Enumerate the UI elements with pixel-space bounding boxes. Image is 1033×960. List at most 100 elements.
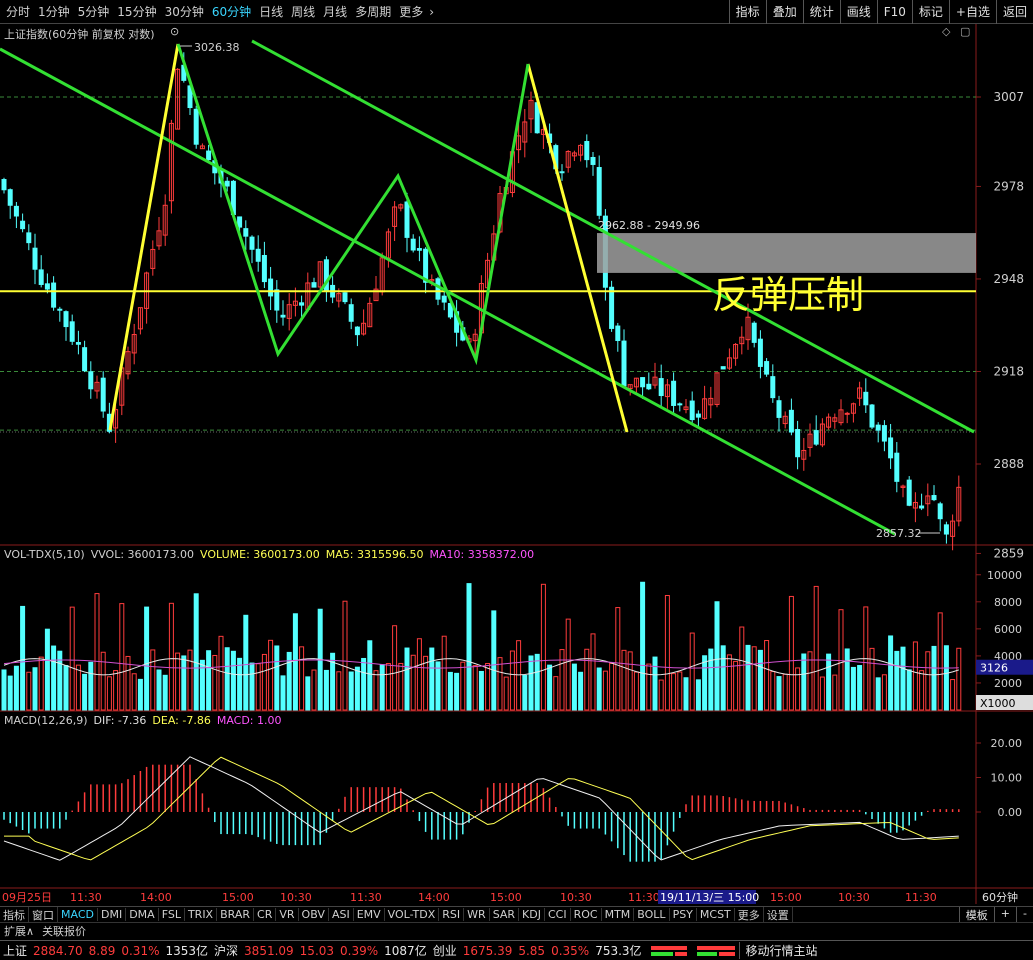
candle-body [69,321,75,342]
kline-chart[interactable]: 3007 2978 2948 2918 2888 2859 2962.88 - 2949.9… [0,24,1033,904]
toolbar-button-2[interactable]: 统计 [802,0,840,24]
toolbar-button-0[interactable]: 指标 [728,0,766,24]
indicator-tab-3[interactable]: DMI [98,908,127,921]
volume-bar [187,649,193,711]
volume-bar [100,651,106,711]
period-tab-7[interactable]: 周线 [287,3,319,20]
period-tab-3[interactable]: 15分钟 [113,3,160,20]
cy-name[interactable]: 创业 [430,942,460,959]
candle-body [671,380,677,406]
indicator-tab-6[interactable]: TRIX [185,908,218,921]
indicator-tab-12[interactable]: EMV [354,908,385,921]
toolbar-button-6[interactable]: +自选 [948,0,996,24]
indicator-tab-7[interactable]: BRAR [217,908,255,921]
volume-bar [342,600,348,711]
sh-name[interactable]: 上证 [0,942,30,959]
volume-bar [838,609,844,711]
period-tab-5[interactable]: 60分钟 [208,3,255,20]
indicator-tab-15[interactable]: WR [464,908,490,921]
candle-body [57,308,63,311]
related-quotes-button[interactable]: 关联报价 [38,923,90,939]
volume-bar [912,641,918,711]
candle-body [943,524,949,535]
hs-name[interactable]: 沪深 [211,942,241,959]
indicator-tab-4[interactable]: DMA [126,908,159,921]
chevron-right-icon[interactable]: › [427,5,434,19]
indicator-tab-0[interactable]: 指标 [0,906,29,923]
station-name[interactable]: 移动行情主站 [738,942,821,959]
indicator-tab-2[interactable]: MACD [58,908,98,921]
volume-bar [206,650,212,711]
volume-bar [956,647,962,711]
period-tab-0[interactable]: 分时 [2,3,34,20]
volume-bar [782,673,788,711]
volume-bar [491,610,497,711]
indicator-tab-8[interactable]: CR [254,908,277,921]
volume-bar [7,675,13,711]
indicator-tab-19[interactable]: ROC [571,908,602,921]
period-tab-2[interactable]: 5分钟 [74,3,114,20]
candle-body [621,340,627,387]
time-axis-label: 11:30 [70,891,102,904]
settings-circle-icon[interactable]: ⊙ [170,25,179,38]
vol-y-tick-label: 2000 [994,677,1022,690]
indicator-tab-23[interactable]: MCST [697,908,735,921]
period-toolbar: 分时 1分钟 5分钟 15分钟 30分钟 60分钟 日线 周线 月线 多周期 更多 › 指标 叠加 统计… [0,0,1033,24]
indicator-tab-1[interactable]: 窗口 [29,906,58,923]
indicator-tab-14[interactable]: RSI [439,908,465,921]
chart-area[interactable]: 3007 2978 2948 2918 2888 2859 2962.88 - 2949.9… [0,24,1033,904]
candle-body [193,108,199,145]
candle-body [695,413,701,418]
indicator-tab-18[interactable]: CCI [545,908,571,921]
indicator-tab-11[interactable]: ASI [329,908,354,921]
toolbar-button-5[interactable]: 标记 [911,0,949,24]
volume-bar [708,648,714,711]
volume-bar [1,669,7,711]
indicator-tab-25[interactable]: 设置 [764,906,793,923]
period-tab-4[interactable]: 30分钟 [161,3,208,20]
candle-body [274,289,280,311]
vol-multiplier: X1000 [980,697,1016,710]
period-tab-8[interactable]: 月线 [319,3,351,20]
minus-icon[interactable]: - [1016,906,1033,923]
template-button[interactable]: 模板 [958,906,994,923]
volume-bar [311,669,317,711]
status-bar: 上证 2884.70 8.89 0.31% 1353亿 沪深 3851.09 1… [0,940,1033,960]
volume-value: VOLUME: 3600173.00 [200,548,320,561]
volume-bar [63,665,69,711]
candle-body [26,232,32,244]
indicator-tab-5[interactable]: FSL [159,908,185,921]
indicator-tab-21[interactable]: BOLL [634,908,670,921]
cy-change: 5.85 [518,943,546,958]
indicator-tab-9[interactable]: VR [276,908,299,921]
volume-bar [416,638,422,711]
candle-body [937,503,943,520]
toolbar-button-4[interactable]: F10 [876,0,912,24]
period-tab-6[interactable]: 日线 [255,3,287,20]
toolbar-button-1[interactable]: 叠加 [765,0,803,24]
indicator-tab-24[interactable]: 更多 [735,906,764,923]
diamond-icon[interactable]: ◇ [942,25,950,38]
volume-bar [162,674,168,711]
indicator-tab-10[interactable]: OBV [299,908,329,921]
candle-body [875,424,881,431]
sh-change: 8.89 [88,943,116,958]
window-icon[interactable]: ▢ [960,25,970,38]
macd-y-tick-label: 10.00 [991,772,1023,785]
period-tab-10[interactable]: 更多 [395,3,427,20]
volume-bar [323,669,329,711]
vol-y-tick-label: 6000 [994,623,1022,636]
volume-bar [720,645,726,711]
period-tab-9[interactable]: 多周期 [351,3,395,20]
indicator-tab-16[interactable]: SAR [490,908,520,921]
volume-bar [249,662,255,711]
indicator-tab-20[interactable]: MTM [602,908,635,921]
indicator-tab-17[interactable]: KDJ [519,908,545,921]
indicator-tab-22[interactable]: PSY [670,908,697,921]
period-tab-1[interactable]: 1分钟 [34,3,74,20]
indicator-tab-13[interactable]: VOL-TDX [385,908,440,921]
toolbar-button-7[interactable]: 返回 [995,0,1033,24]
toolbar-button-3[interactable]: 画线 [839,0,877,24]
expand-button[interactable]: 扩展∧ [0,923,38,939]
plus-icon[interactable]: + [993,906,1016,923]
